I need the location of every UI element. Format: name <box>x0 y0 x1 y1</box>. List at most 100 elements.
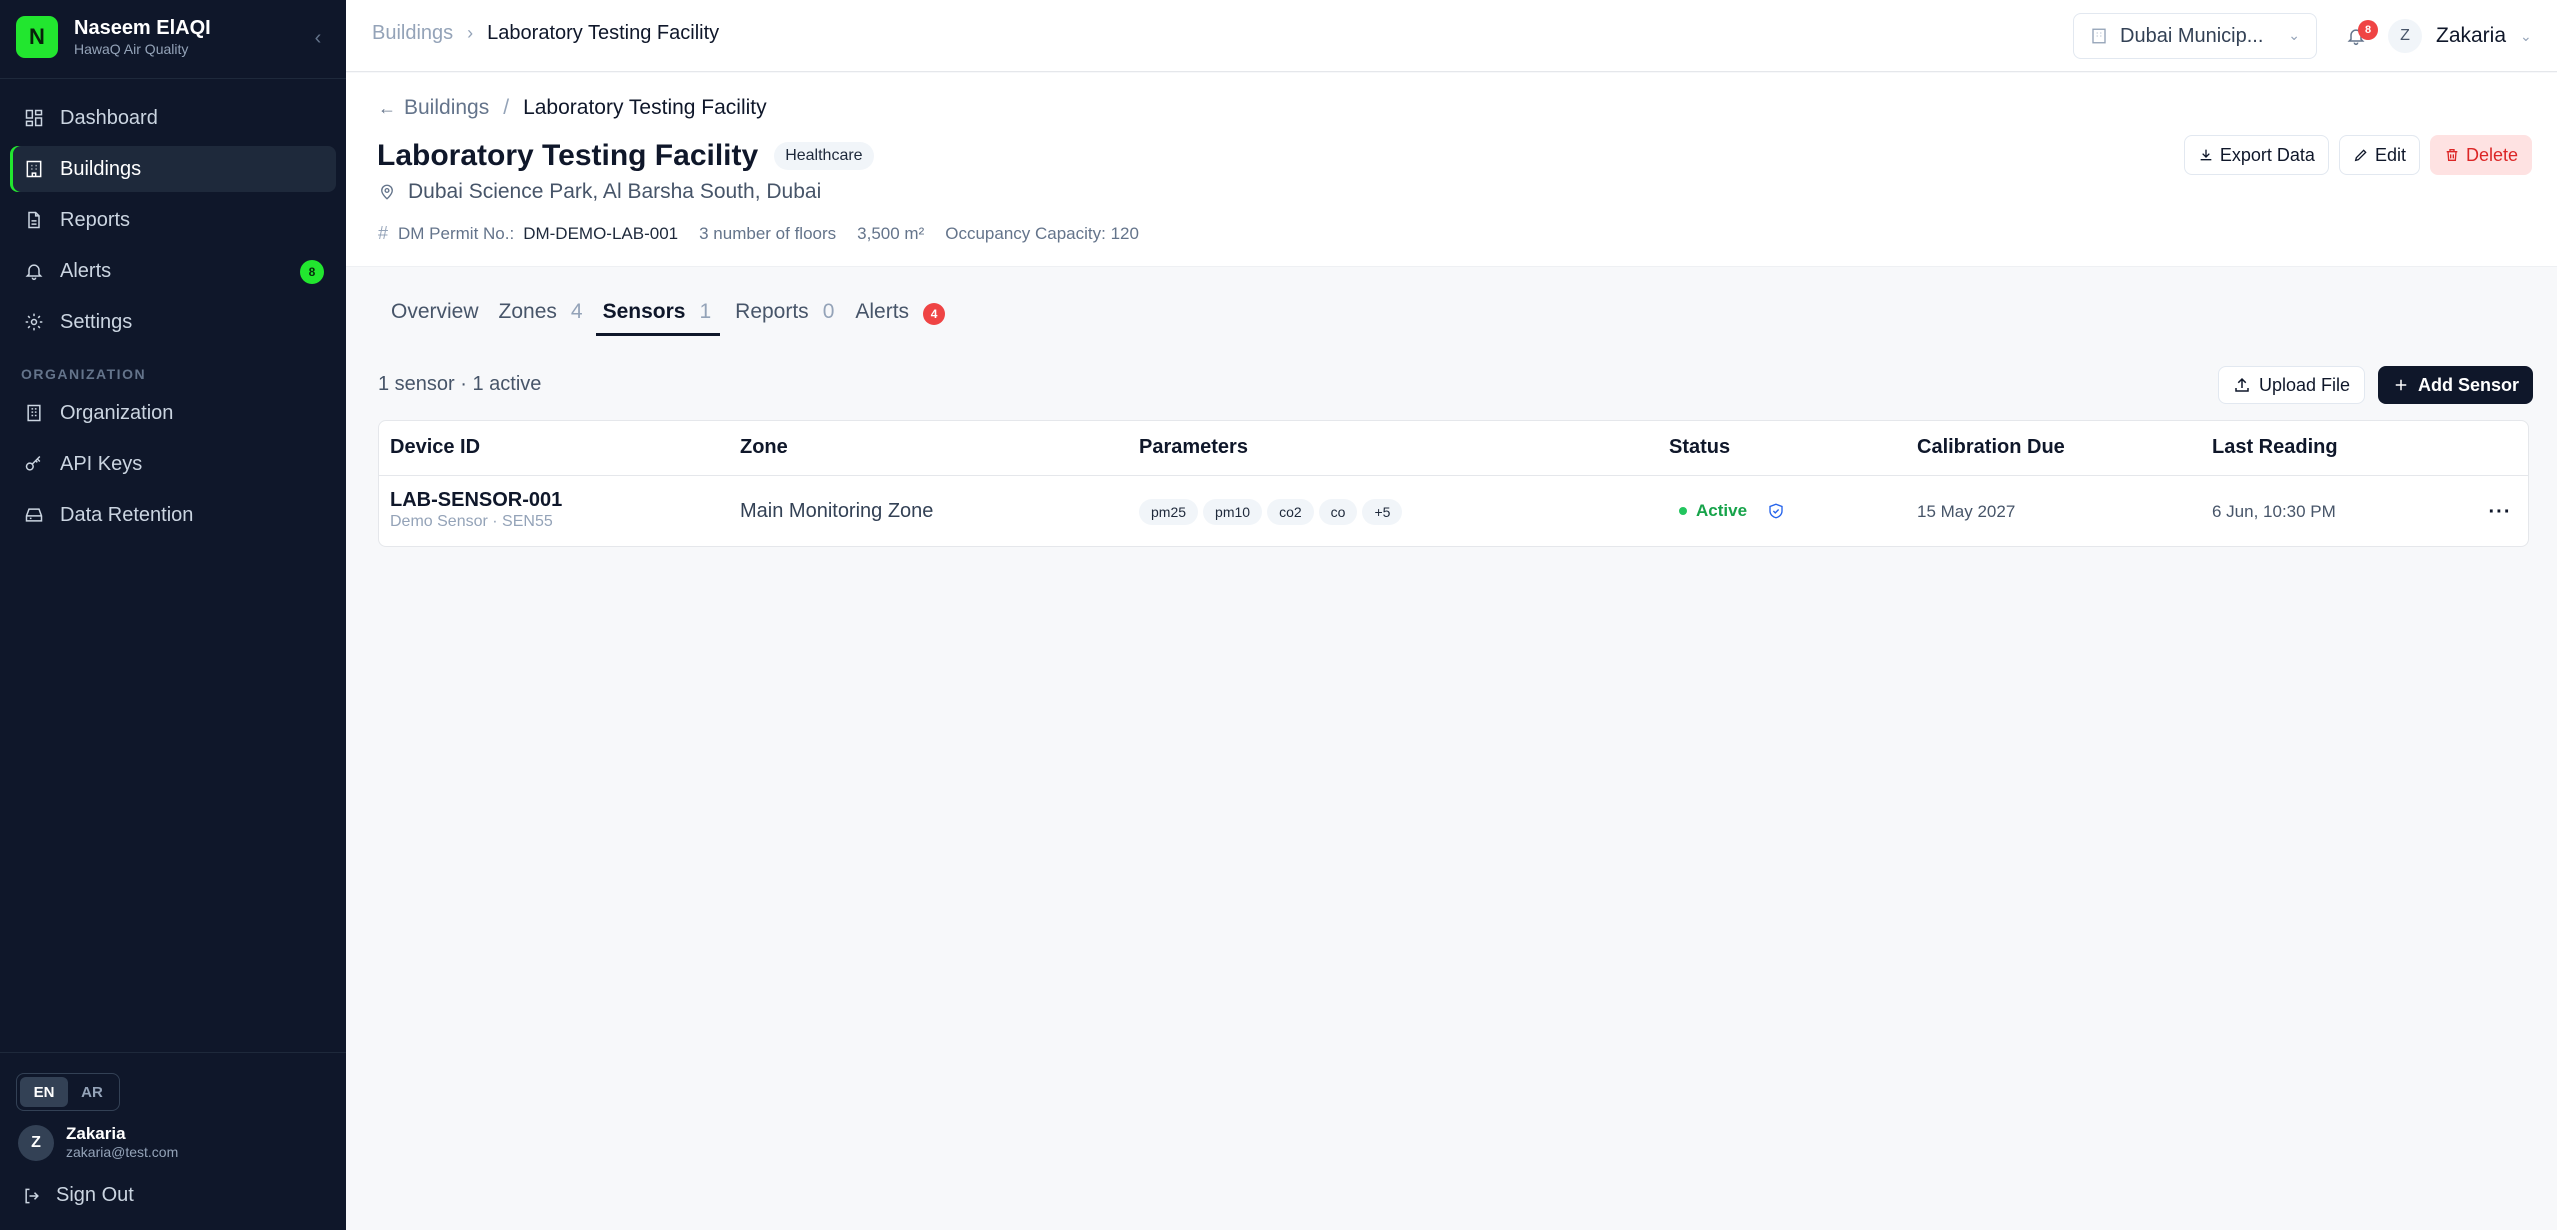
floors-count: 3 number of floors <box>699 223 837 243</box>
sidebar-item-label: API Keys <box>60 452 143 475</box>
sidebar-item-buildings[interactable]: Buildings <box>10 146 336 192</box>
upload-file-button[interactable]: Upload File <box>2218 366 2366 404</box>
permit-label: DM Permit No.: <box>398 223 515 243</box>
organization-select-value: Dubai Municip... <box>2120 24 2264 47</box>
table-row[interactable]: LAB-SENSOR-001 Demo Sensor · SEN55 Main … <box>379 477 2528 547</box>
tab-reports[interactable]: Reports 0 <box>720 292 847 336</box>
sign-out-button[interactable]: Sign Out <box>22 1184 134 1207</box>
delete-label: Delete <box>2465 144 2518 165</box>
tab-alerts[interactable]: Alerts 4 <box>847 292 952 336</box>
breadcrumb-separator: / <box>503 96 510 119</box>
tab-count: 4 <box>570 300 583 323</box>
sidebar-item-organization[interactable]: Organization <box>10 390 336 436</box>
storage-icon <box>24 505 44 525</box>
column-header-calibration-due[interactable]: Calibration Due <box>1917 436 2065 459</box>
edit-button[interactable]: Edit <box>2338 135 2420 175</box>
notifications-count-badge: 8 <box>2358 20 2378 40</box>
sensors-summary: 1 sensor · 1 active <box>378 373 542 395</box>
edit-label: Edit <box>2374 144 2406 165</box>
sidebar-item-api-keys[interactable]: API Keys <box>10 441 336 487</box>
tab-zones[interactable]: Zones 4 <box>492 292 596 336</box>
back-to-buildings-link[interactable]: Buildings <box>404 96 489 120</box>
sidebar-nav: Dashboard Buildings Reports Alerts 8 Set… <box>10 95 336 543</box>
sidebar-item-label: Data Retention <box>60 503 194 526</box>
status-dot <box>1679 507 1687 515</box>
chevron-right-icon: › <box>467 23 474 43</box>
sidebar-section-label: ORGANIZATION <box>21 366 147 382</box>
map-pin-icon <box>381 184 393 200</box>
collapse-sidebar-icon[interactable]: ‹ <box>306 26 330 50</box>
delete-button[interactable]: Delete <box>2429 135 2532 175</box>
device-cell: LAB-SENSOR-001 Demo Sensor · SEN55 <box>390 488 562 532</box>
upload-file-label: Upload File <box>2259 374 2351 395</box>
column-header-status[interactable]: Status <box>1669 436 1730 459</box>
lang-en-button[interactable]: EN <box>20 1077 68 1107</box>
sensors-table: Device ID Zone Parameters Status Calibra… <box>378 420 2529 547</box>
status-cell: Active <box>1679 501 1785 521</box>
sidebar-item-label: Alerts <box>60 259 112 282</box>
tab-label: Sensors <box>602 300 686 323</box>
sidebar-item-data-retention[interactable]: Data Retention <box>10 492 336 538</box>
sidebar-item-label: Dashboard <box>60 106 158 129</box>
chevron-down-icon: ⌄ <box>2288 27 2300 43</box>
add-sensor-label: Add Sensor <box>2418 374 2520 395</box>
breadcrumb-current: Laboratory Testing Facility <box>487 22 720 44</box>
dashboard-icon <box>24 108 44 128</box>
sidebar-item-settings[interactable]: Settings <box>10 299 336 345</box>
breadcrumb-buildings-link[interactable]: Buildings <box>372 22 453 45</box>
device-id[interactable]: LAB-SENSOR-001 <box>390 488 562 512</box>
page-title: Laboratory Testing Facility <box>377 139 759 172</box>
column-header-parameters[interactable]: Parameters <box>1139 436 1248 459</box>
breadcrumb-current: Laboratory Testing Facility <box>523 96 767 119</box>
column-header-zone[interactable]: Zone <box>740 436 788 459</box>
calibration-due-cell: 15 May 2027 <box>1917 502 2016 521</box>
parameter-chip: pm25 <box>1139 499 1199 525</box>
lang-ar-button[interactable]: AR <box>68 1077 116 1107</box>
building-tabs: Overview Zones 4 Sensors 1 Reports 0 Ale… <box>378 292 952 336</box>
building-address: Dubai Science Park, Al Barsha South, Dub… <box>378 180 821 204</box>
trash-icon <box>2446 149 2458 161</box>
column-header-last-reading[interactable]: Last Reading <box>2212 436 2338 459</box>
sidebar-item-label: Settings <box>60 310 133 333</box>
organization-select[interactable]: Dubai Municip... ⌄ <box>2073 13 2317 59</box>
building-icon <box>24 159 44 179</box>
sidebar-divider <box>0 78 346 79</box>
tab-sensors[interactable]: Sensors 1 <box>595 292 721 336</box>
add-sensor-button[interactable]: Add Sensor <box>2378 366 2534 404</box>
sidebar-item-alerts[interactable]: Alerts 8 <box>10 248 336 294</box>
sidebar-divider <box>0 1052 346 1053</box>
sidebar-user: Z Zakaria zakaria@test.com <box>18 1124 178 1161</box>
notifications-button[interactable]: 8 <box>2346 20 2378 52</box>
alerts-count-badge: 8 <box>300 260 324 284</box>
organization-icon <box>24 403 44 423</box>
column-header-device-id[interactable]: Device ID <box>390 436 480 459</box>
arrow-left-icon[interactable]: ← <box>378 98 396 119</box>
sidebar-item-dashboard[interactable]: Dashboard <box>10 95 336 141</box>
tab-overview[interactable]: Overview <box>378 292 492 336</box>
parameter-chip: co2 <box>1267 499 1314 525</box>
sidebar-item-reports[interactable]: Reports <box>10 197 336 243</box>
tab-count-badge: 4 <box>923 303 946 325</box>
avatar: Z <box>2388 19 2422 53</box>
breadcrumb: Buildings › Laboratory Testing Facility <box>372 22 719 45</box>
zone-cell: Main Monitoring Zone <box>740 500 934 522</box>
export-data-button[interactable]: Export Data <box>2183 135 2329 175</box>
user-menu-button[interactable]: Z Zakaria ⌄ <box>2388 19 2532 53</box>
row-more-icon[interactable]: ··· <box>2487 499 2513 525</box>
tab-label: Reports <box>735 300 809 323</box>
file-icon <box>24 210 44 230</box>
building-meta: # DM Permit No.: DM-DEMO-LAB-001 3 numbe… <box>378 223 1139 244</box>
sidebar-item-label: Reports <box>60 208 131 231</box>
more-parameters-chip[interactable]: +5 <box>1362 499 1403 525</box>
avatar: Z <box>18 1124 54 1161</box>
sidebar: N Naseem ElAQI HawaQ Air Quality ‹ Dashb… <box>0 0 346 1230</box>
gear-icon <box>24 312 44 332</box>
shield-check-icon <box>1769 503 1783 519</box>
pencil-icon <box>2354 149 2367 162</box>
parameter-chip: pm10 <box>1203 499 1263 525</box>
tab-label: Alerts <box>855 300 910 323</box>
sign-out-label: Sign Out <box>56 1184 134 1206</box>
tab-label: Zones <box>498 300 557 323</box>
page-actions: Export Data Edit Delete <box>2174 135 2532 175</box>
building-icon <box>2092 28 2106 44</box>
